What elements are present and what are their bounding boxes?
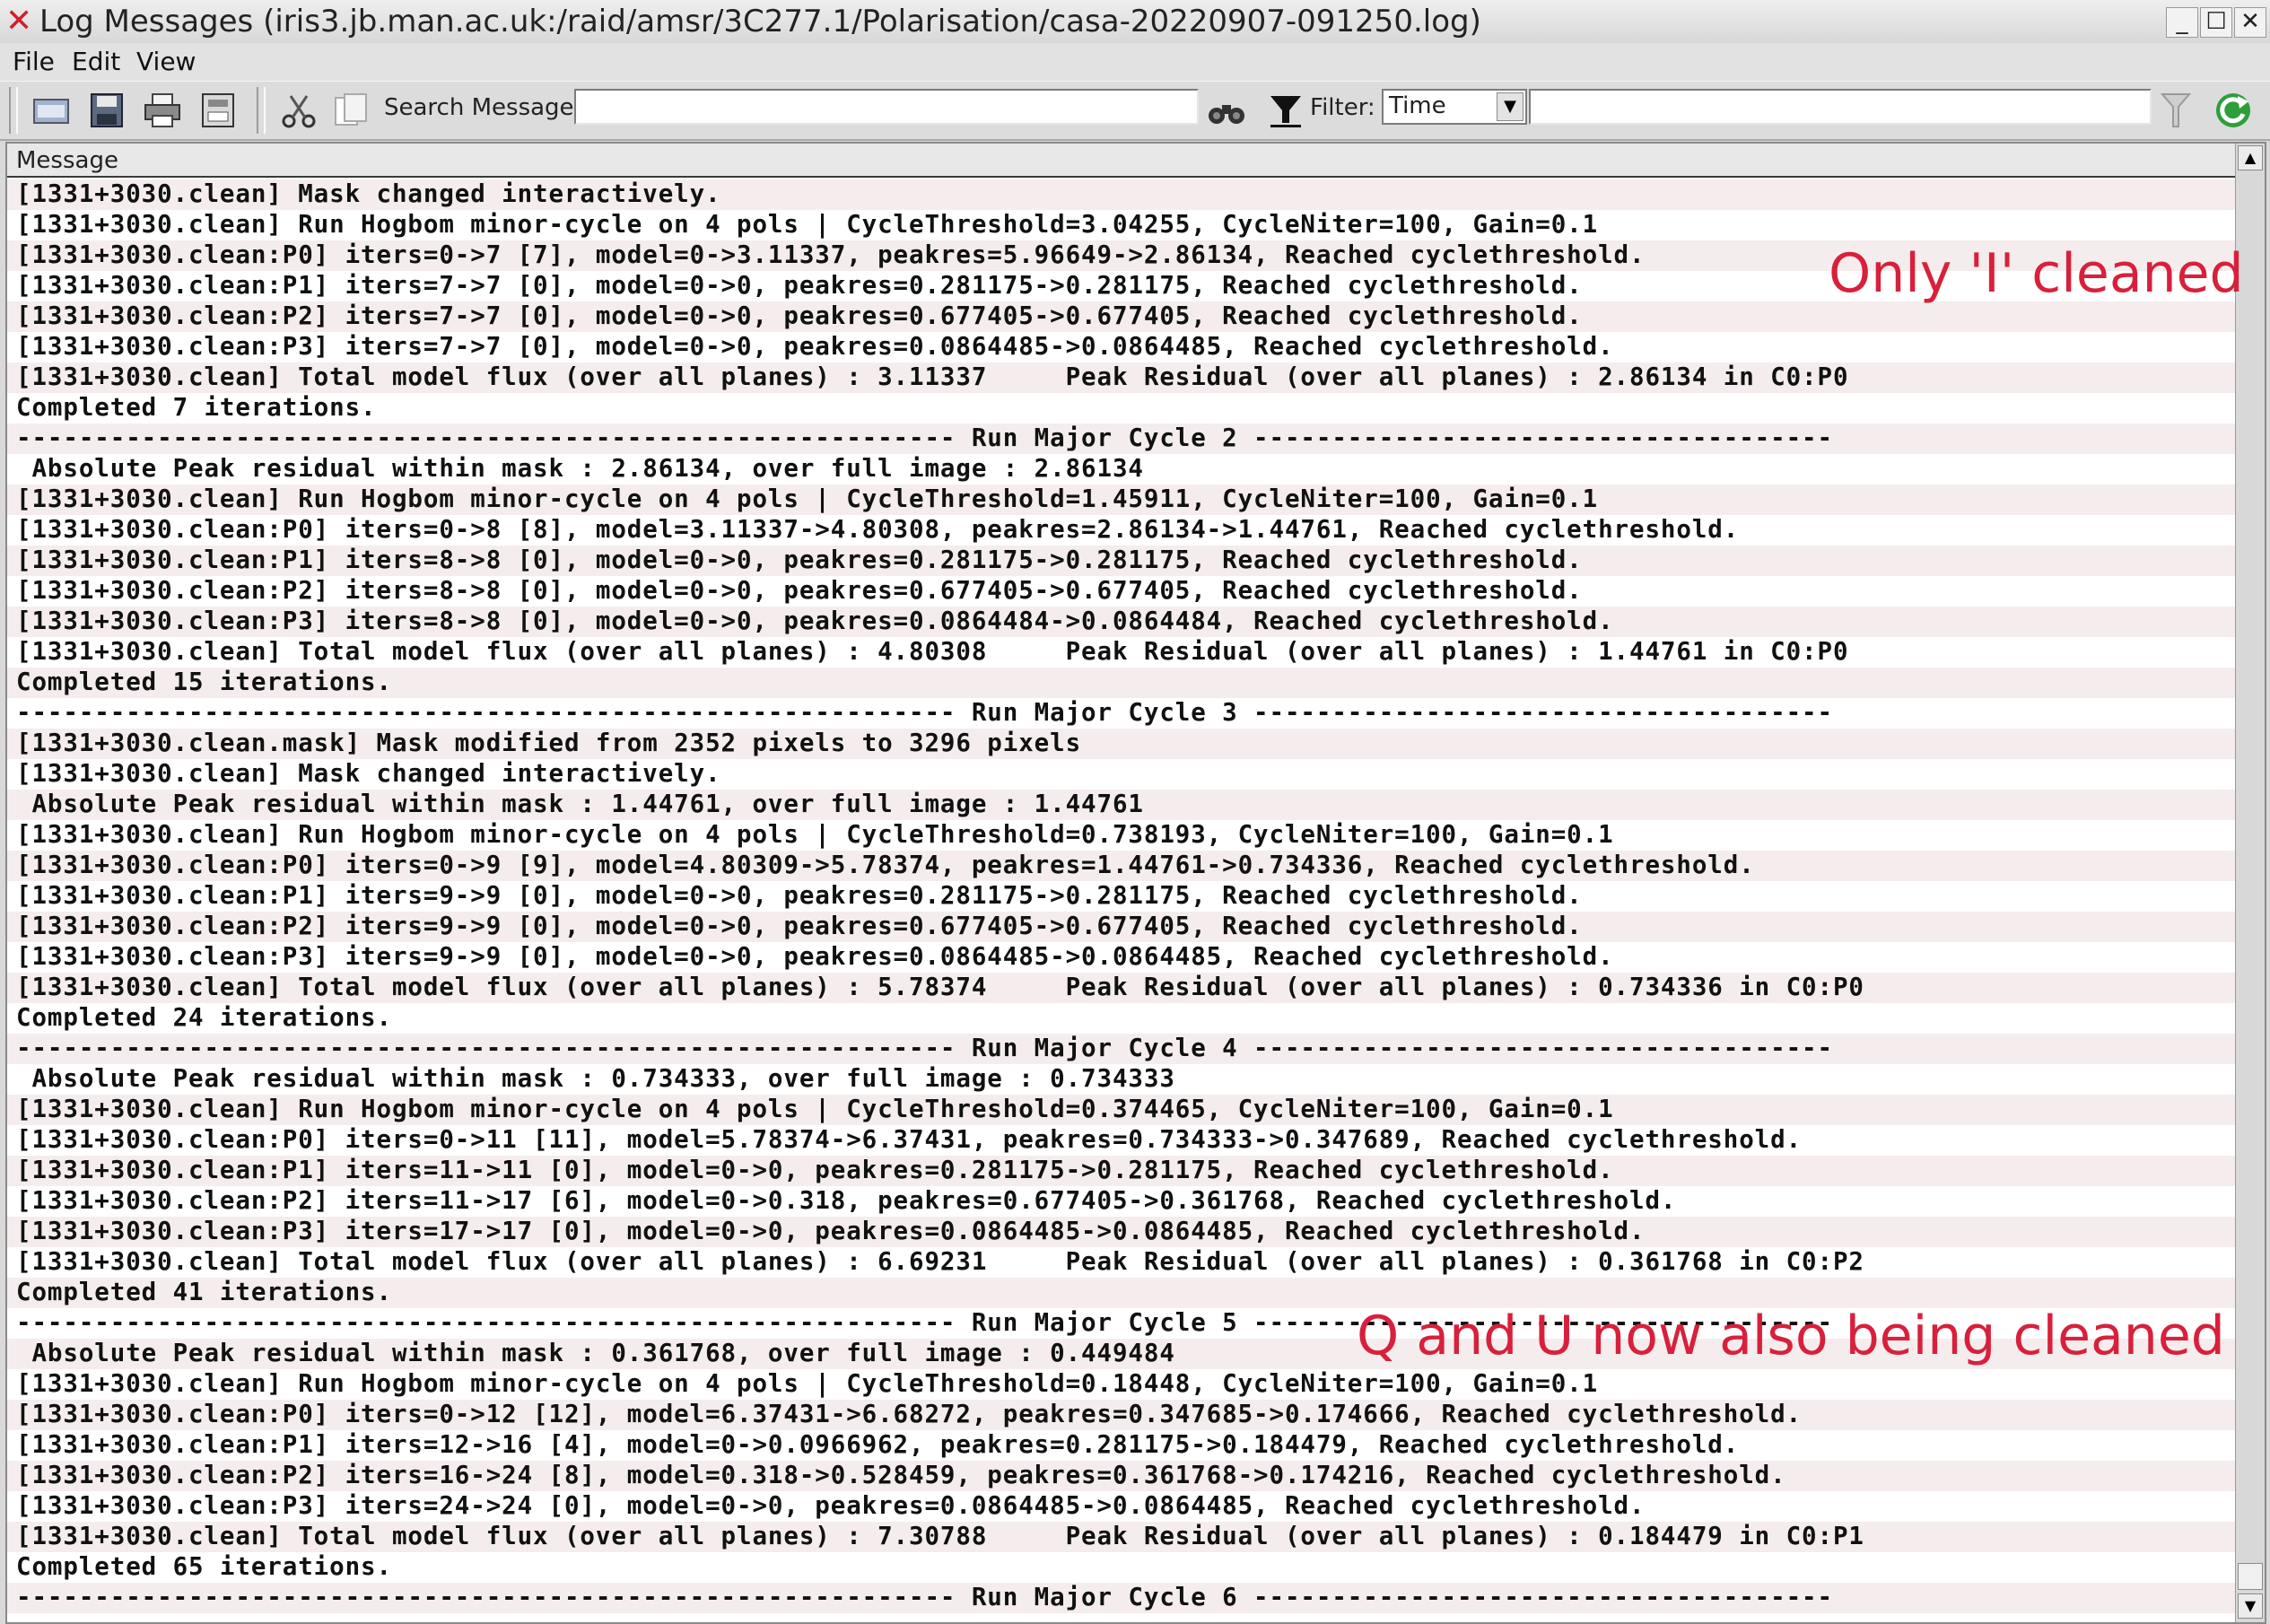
close-button[interactable]: ✕ xyxy=(2234,7,2266,38)
annotation-only-i-cleaned: Only 'I' cleaned xyxy=(1829,242,2244,305)
filter-label: Filter: xyxy=(1310,94,1375,121)
log-message-row[interactable]: [1331+3030.clean:P0] iters=0->8 [8], mod… xyxy=(7,515,2238,546)
log-message-row[interactable]: [1331+3030.clean] Total model flux (over… xyxy=(7,1522,2238,1552)
toolbar-grip[interactable] xyxy=(9,87,18,134)
log-message-row[interactable]: [1331+3030.clean:P2] iters=11->17 [6], m… xyxy=(7,1186,2238,1217)
log-message-row[interactable]: [1331+3030.clean:P1] iters=11->11 [0], m… xyxy=(7,1156,2238,1186)
log-message-row[interactable]: ----------------------------------------… xyxy=(7,1034,2238,1064)
log-message-row[interactable]: [1331+3030.clean] Total model flux (over… xyxy=(7,1247,2238,1278)
log-message-row[interactable]: [1331+3030.clean] Run Hogbom minor-cycle… xyxy=(7,820,2238,851)
log-message-row[interactable]: [1331+3030.clean:P0] iters=0->9 [9], mod… xyxy=(7,851,2238,881)
log-message-pane[interactable]: Message [1331+3030.clean] Mask changed i… xyxy=(5,142,2266,1624)
log-message-row[interactable]: [1331+3030.clean:P3] iters=9->9 [0], mod… xyxy=(7,942,2238,973)
log-message-row[interactable]: [1331+3030.clean:P0] iters=0->12 [12], m… xyxy=(7,1400,2238,1430)
log-message-row[interactable]: [1331+3030.clean:P3] iters=8->8 [0], mod… xyxy=(7,607,2238,637)
log-message-row[interactable]: Completed 41 iterations. xyxy=(7,1278,2238,1308)
log-list: [1331+3030.clean] Mask changed interacti… xyxy=(7,179,2238,1613)
message-column-header-label: Message xyxy=(16,147,118,174)
save-icon[interactable] xyxy=(86,91,127,130)
log-message-row[interactable]: ----------------------------------------… xyxy=(7,698,2238,729)
maximize-button[interactable]: ☐ xyxy=(2200,7,2232,38)
log-message-row[interactable]: [1331+3030.clean.mask] Mask modified fro… xyxy=(7,729,2238,759)
log-message-row[interactable]: [1331+3030.clean] Run Hogbom minor-cycle… xyxy=(7,210,2238,240)
filter-field-select[interactable]: Time ▼ xyxy=(1382,89,1527,125)
export-icon[interactable] xyxy=(197,91,239,130)
log-message-row[interactable]: Absolute Peak residual within mask : 0.7… xyxy=(7,1064,2238,1095)
log-message-row[interactable]: [1331+3030.clean:P2] iters=8->8 [0], mod… xyxy=(7,576,2238,607)
toolbar-separator xyxy=(257,87,266,134)
log-message-row[interactable]: [1331+3030.clean] Run Hogbom minor-cycle… xyxy=(7,485,2238,515)
log-message-row[interactable]: [1331+3030.clean:P3] iters=24->24 [0], m… xyxy=(7,1491,2238,1522)
close-x-icon[interactable]: ✕ xyxy=(5,5,38,38)
scroll-up-icon[interactable]: ▲ xyxy=(2238,145,2263,170)
search-input[interactable] xyxy=(574,89,1199,125)
log-message-row[interactable]: [1331+3030.clean:P3] iters=17->17 [0], m… xyxy=(7,1217,2238,1247)
log-message-row[interactable]: Completed 24 iterations. xyxy=(7,1003,2238,1034)
log-message-row[interactable]: [1331+3030.clean:P2] iters=9->9 [0], mod… xyxy=(7,912,2238,942)
menu-file[interactable]: File xyxy=(13,47,55,76)
toolbar: Search Message: Filter: Time ▼ xyxy=(0,81,2270,141)
scroll-down-icon[interactable]: ▼ xyxy=(2238,1593,2263,1619)
log-message-row[interactable]: Absolute Peak residual within mask : 2.8… xyxy=(7,454,2238,485)
message-column-header[interactable]: Message xyxy=(7,144,2238,178)
filter-input[interactable] xyxy=(1529,89,2152,125)
log-message-row[interactable]: [1331+3030.clean:P0] iters=0->11 [11], m… xyxy=(7,1125,2238,1156)
refresh-icon[interactable] xyxy=(2213,91,2254,130)
log-message-row[interactable]: Completed 7 iterations. xyxy=(7,393,2238,423)
log-message-row[interactable]: Absolute Peak residual within mask : 1.4… xyxy=(7,790,2238,820)
log-message-row[interactable]: [1331+3030.clean] Total model flux (over… xyxy=(7,637,2238,668)
binoculars-icon[interactable] xyxy=(1206,91,1247,130)
log-message-row[interactable]: Completed 15 iterations. xyxy=(7,668,2238,698)
log-message-row[interactable]: ----------------------------------------… xyxy=(7,423,2238,454)
print-icon[interactable] xyxy=(142,91,183,130)
open-icon[interactable] xyxy=(31,91,72,130)
menu-view[interactable]: View xyxy=(136,47,196,76)
log-message-row[interactable]: Completed 65 iterations. xyxy=(7,1552,2238,1583)
clear-filter-icon[interactable] xyxy=(2155,91,2196,130)
menu-bar: File Edit View xyxy=(0,43,2270,81)
log-message-row[interactable]: [1331+3030.clean:P2] iters=7->7 [0], mod… xyxy=(7,301,2238,332)
title-bar: ✕ Log Messages (iris3.jb.man.ac.uk:/raid… xyxy=(0,0,2270,44)
log-message-row[interactable]: [1331+3030.clean] Run Hogbom minor-cycle… xyxy=(7,1095,2238,1125)
log-message-row[interactable]: [1331+3030.clean] Total model flux (over… xyxy=(7,362,2238,393)
filter-selected-value: Time xyxy=(1389,92,1446,119)
menu-edit[interactable]: Edit xyxy=(72,47,120,76)
annotation-q-and-u-cleaned: Q and U now also being cleaned xyxy=(1357,1305,2225,1367)
chevron-down-icon[interactable]: ▼ xyxy=(1497,92,1524,121)
log-message-row[interactable]: [1331+3030.clean] Run Hogbom minor-cycle… xyxy=(7,1369,2238,1400)
log-message-row[interactable]: [1331+3030.clean:P1] iters=8->8 [0], mod… xyxy=(7,546,2238,576)
vertical-scrollbar[interactable]: ▲ ▼ xyxy=(2235,144,2265,1622)
log-message-row[interactable]: [1331+3030.clean:P3] iters=7->7 [0], mod… xyxy=(7,332,2238,362)
copy-icon[interactable] xyxy=(330,91,371,130)
log-message-row[interactable]: [1331+3030.clean:P1] iters=9->9 [0], mod… xyxy=(7,881,2238,912)
log-message-row[interactable]: [1331+3030.clean] Mask changed interacti… xyxy=(7,179,2238,210)
minimize-button[interactable]: _ xyxy=(2166,7,2198,38)
window-title: Log Messages (iris3.jb.man.ac.uk:/raid/a… xyxy=(39,4,1481,39)
search-label: Search Message: xyxy=(384,94,582,121)
cut-icon[interactable] xyxy=(278,91,319,130)
log-message-row[interactable]: [1331+3030.clean] Mask changed interacti… xyxy=(7,759,2238,790)
log-message-row[interactable]: ----------------------------------------… xyxy=(7,1583,2238,1613)
filter-funnel-icon[interactable] xyxy=(1265,91,1306,130)
log-message-row[interactable]: [1331+3030.clean] Total model flux (over… xyxy=(7,973,2238,1003)
log-message-row[interactable]: [1331+3030.clean:P1] iters=12->16 [4], m… xyxy=(7,1430,2238,1461)
log-message-row[interactable]: [1331+3030.clean:P2] iters=16->24 [8], m… xyxy=(7,1461,2238,1491)
scrollbar-thumb[interactable] xyxy=(2238,1563,2263,1590)
